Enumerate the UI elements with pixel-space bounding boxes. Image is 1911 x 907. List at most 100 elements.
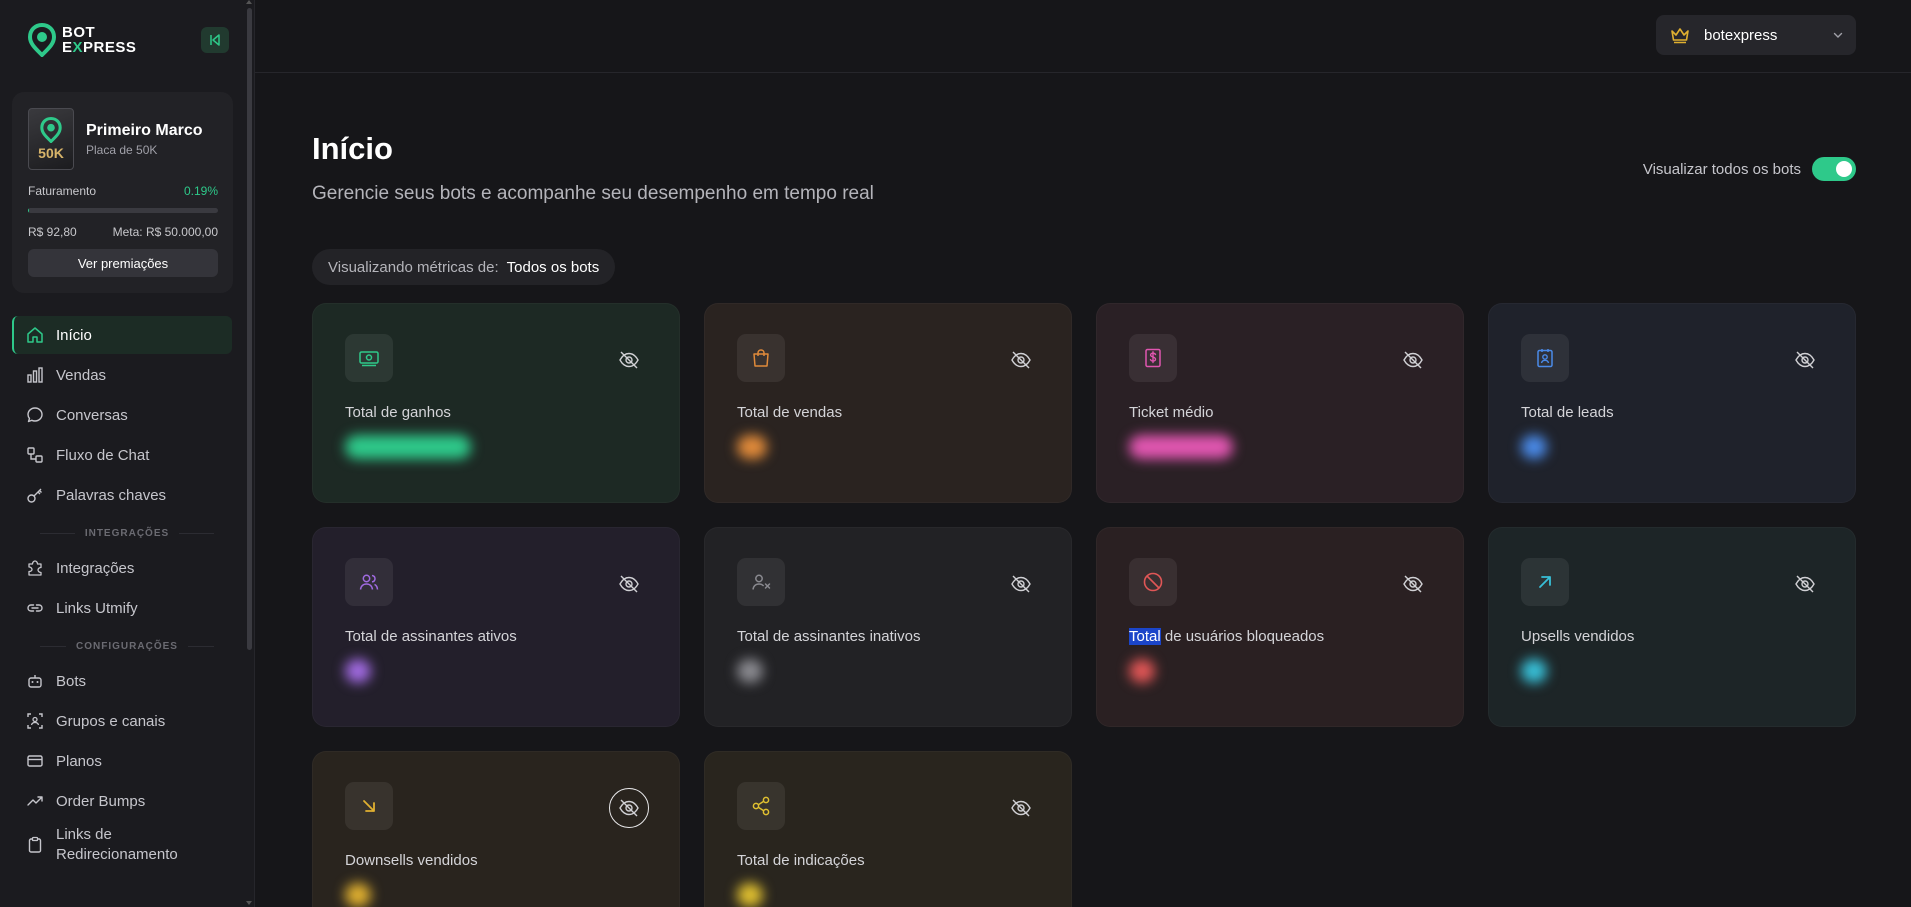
logo-pin-icon [28,23,56,57]
toggle-visibility-button[interactable] [1009,796,1033,820]
metric-card-upsells-vendidos: Upsells vendidos [1488,527,1856,727]
metric-icon-box [1521,558,1569,606]
metric-icon-box [345,334,393,382]
flow-icon [27,447,43,463]
metric-card-total-de-indicacoes: Total de indicações [704,751,1072,907]
toggle-visibility-button[interactable] [1793,572,1817,596]
sidebar-item-label: Links Utmify [56,599,138,617]
card-icon [27,755,43,767]
toggle-visibility-button[interactable] [617,572,641,596]
scrollbar-down-arrow[interactable] [246,901,252,905]
account-name: botexpress [1704,26,1778,44]
contact-icon [1537,349,1553,368]
metric-label: Total de assinantes ativos [345,628,517,645]
brand-line-2: EXPRESS [62,39,137,56]
sidebar-item-integracoes[interactable]: Integrações [12,549,232,587]
billing-label: Faturamento [28,184,97,198]
metric-value-hidden [345,435,471,459]
money-icon [359,351,379,367]
receipt-icon [1145,348,1161,368]
sidebar-scrollbar[interactable] [247,8,252,650]
arrow-down-right-icon [363,800,375,812]
plaque-logo-icon [40,117,62,143]
sidebar-item-conversas[interactable]: Conversas [12,396,232,434]
sidebar-item-grupos-e-canais[interactable]: Grupos e canais [12,702,232,740]
metric-label: Total de leads [1521,404,1614,421]
award-plaque: 50K [28,108,74,170]
metric-icon-box [345,782,393,830]
metrics-filter-pill[interactable]: Visualizando métricas de: Todos os bots [312,249,616,285]
sidebar-item-palavras-chaves[interactable]: Palavras chaves [12,476,232,514]
eye-off-icon [1011,351,1031,369]
sidebar-item-label: Vendas [56,366,107,384]
view-all-bots-toggle-row: Visualizar todos os bots [1643,157,1856,181]
toggle-visibility-button[interactable] [1793,348,1817,372]
metric-label: Total de usuários bloqueados [1129,628,1431,645]
ban-icon [1143,572,1163,592]
view-all-bots-toggle[interactable] [1812,157,1856,181]
eye-off-icon [1403,351,1423,369]
filter-value: Todos os bots [506,258,600,276]
metric-label: Total de indicações [737,852,865,869]
toggle-visibility-button[interactable] [1009,348,1033,372]
brand-line-1: BOT [62,24,96,41]
eye-off-icon [1011,575,1031,593]
metric-icon-box [737,782,785,830]
sidebar-item-planos[interactable]: Planos [12,742,232,780]
sidebar-item-links-de-redirecionamento[interactable]: Links de Redirecionamento [12,822,232,868]
sidebar-item-order-bumps[interactable]: Order Bumps [12,782,232,820]
toggle-visibility-button[interactable] [1401,572,1425,596]
sidebar-item-links-utmify[interactable]: Links Utmify [12,589,232,627]
section-label: INTEGRAÇÕES [84,528,170,539]
sidebar-item-vendas[interactable]: Vendas [12,356,232,394]
sidebar-item-bots[interactable]: Bots [12,662,232,700]
eye-off-icon [1011,799,1031,817]
collapse-icon [210,34,220,46]
sidebar-item-label: Fluxo de Chat [56,446,150,464]
billing-goal: Meta: R$ 50.000,00 [112,225,218,239]
metrics-grid: Total de ganhos Total de vendas Ticket m… [312,303,1856,907]
eye-off-icon [619,799,639,817]
trend-icon [27,796,43,806]
metric-label-rest: de usuários bloqueados [1160,628,1325,645]
sidebar-item-inicio[interactable]: Início [12,316,232,354]
toggle-visibility-button[interactable] [609,788,649,828]
billing-current: R$ 92,80 [28,225,77,239]
brand-logo[interactable]: BOT EXPRESS [28,23,136,57]
sidebar-item-label: Conversas [56,406,128,424]
account-selector[interactable]: botexpress [1656,15,1856,55]
metric-value-hidden [737,659,763,683]
metric-card-total-de-assinantes-inativos: Total de assinantes inativos [704,527,1072,727]
metric-card-total-de-usuarios-bloqueados: Total de usuários bloqueados [1096,527,1464,727]
metric-card-ticket-medio: Ticket médio [1096,303,1464,503]
sidebar-item-label: Grupos e canais [56,712,166,730]
metric-card-total-de-leads: Total de leads [1488,303,1856,503]
page-title: Início [312,131,393,166]
chat-icon [27,407,43,423]
filter-prefix: Visualizando métricas de: [328,258,499,276]
page-subtitle: Gerencie seus bots e acompanhe seu desem… [312,183,874,204]
collapse-sidebar-button[interactable] [201,27,229,53]
metric-icon-box [737,558,785,606]
top-bar: botexpress [255,0,1911,73]
billing-progress-bar [28,208,218,213]
link-icon [27,604,43,612]
scrollbar-up-arrow[interactable] [246,0,252,4]
award-card: 50K Primeiro Marco Placa de 50K Faturame… [12,92,233,293]
toggle-visibility-button[interactable] [1009,572,1033,596]
billing-percent: 0.19% [183,184,218,198]
toggle-visibility-button[interactable] [617,348,641,372]
view-awards-button[interactable]: Ver premiações [28,249,218,277]
crown-icon [1671,28,1689,44]
sidebar-item-fluxo-de-chat[interactable]: Fluxo de Chat [12,436,232,474]
home-icon [27,327,43,343]
sidebar-item-label: Palavras chaves [56,486,167,504]
users-icon [359,574,379,590]
metric-value-hidden [1129,435,1233,459]
selected-text: Total [1129,628,1161,645]
metric-label: Total de vendas [737,404,843,421]
puzzle-icon [28,560,42,576]
metric-label: Total de ganhos [345,404,451,421]
toggle-visibility-button[interactable] [1401,348,1425,372]
eye-off-icon [1795,575,1815,593]
